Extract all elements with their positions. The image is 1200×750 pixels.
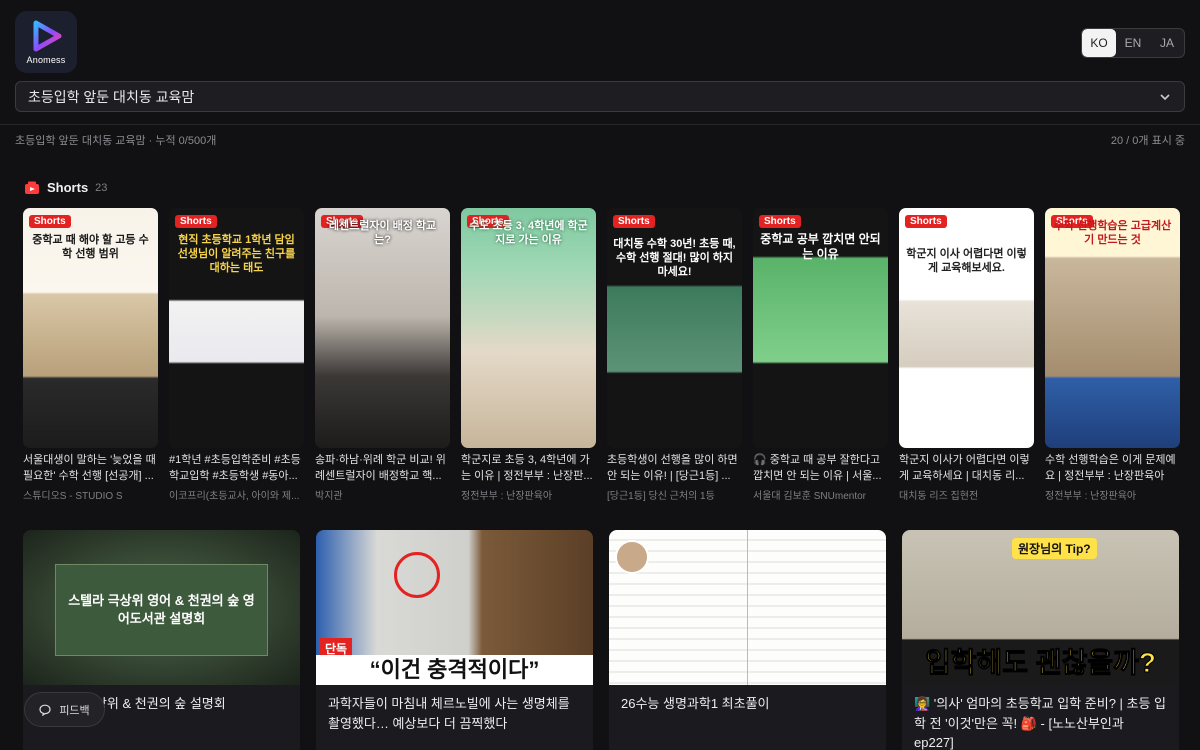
short-thumbnail-caption: 레센트럴자이 배정 학교는? (328, 220, 437, 246)
lang-ja-button[interactable]: JA (1150, 29, 1184, 57)
status-right: 20 / 0개 표시 중 (1110, 135, 1185, 147)
shorts-badge: Shorts (175, 215, 217, 228)
short-thumbnail-caption: 수학 선행학습은 고급계산기 만드는 것 (1053, 220, 1172, 246)
short-thumbnail[interactable]: Shorts 레센트럴자이 배정 학교는? (315, 208, 450, 448)
logo-text: Anomess (26, 55, 66, 65)
channel-select[interactable]: 초등입학 앞둔 대치동 교육맘 (15, 81, 1185, 112)
video-card[interactable]: 26수능 생명과학1 최초풀이 (609, 530, 886, 750)
short-thumbnail[interactable]: Shorts 수학 선행학습은 고급계산기 만드는 것 (1045, 208, 1180, 448)
short-thumbnail-caption: 수도 초등 3, 4학년에 학군지로 가는 이유 (469, 220, 588, 246)
short-channel: 이코프리(초등교사, 아이와 제... (169, 491, 300, 502)
short-title: 초등학생이 선행을 많이 하면 안 되는 이유! | [당근1등] ... (607, 454, 738, 482)
shorts-title: Shorts (47, 180, 89, 195)
divider (0, 124, 1200, 125)
short-title: 🎧 중학교 때 공부 잘한다고 깝치면 안 되는 이유 | 서울... (753, 454, 882, 482)
lang-ko-button[interactable]: KO (1082, 29, 1116, 57)
status-bar: 초등입학 앞둔 대치동 교육맘 · 누적 0/500개 20 / 0개 표시 중 (15, 132, 1185, 148)
video-thumbnail[interactable]: 단독 “이건 충격적이다” (316, 530, 593, 685)
short-card[interactable]: Shorts 중학교 공부 깝치면 안되는 이유 🎧 중학교 때 공부 잘한다고… (753, 208, 888, 502)
language-switcher: KO EN JA (1081, 28, 1185, 58)
short-thumbnail[interactable]: Shorts 중학교 공부 깝치면 안되는 이유 (753, 208, 888, 448)
lang-en-button[interactable]: EN (1116, 29, 1150, 57)
short-thumbnail[interactable]: Shorts 수도 초등 3, 4학년에 학군지로 가는 이유 (461, 208, 596, 448)
short-channel: 서울대 김보훈 SNUmentor (753, 491, 866, 502)
thumbnail-tag: 원장님의 Tip? (1012, 538, 1097, 559)
feedback-button[interactable]: 피드백 (24, 692, 105, 727)
short-card[interactable]: Shorts 대치동 수학 30년! 초등 때, 수학 선행 절대! 많이 하지… (607, 208, 742, 502)
short-channel: 스튜디오S - STUDIO S (23, 491, 123, 502)
short-title: 학군지 이사가 어렵다면 이렇게 교육하세요 | 대치동 리... (899, 454, 1030, 482)
video-card[interactable]: 원장님의 Tip? 입학해도 괜찮을까? 👩‍🏫 '의사' 엄마의 초등학교 입… (902, 530, 1179, 750)
video-thumbnail-caption: “이건 충격적이다” (316, 655, 593, 685)
shorts-badge: Shorts (29, 215, 71, 228)
shorts-badge: Shorts (613, 215, 655, 228)
video-thumbnail-caption: 입학해도 괜찮을까? (925, 647, 1157, 679)
video-thumbnail[interactable] (609, 530, 886, 685)
short-channel: 박지관 (315, 491, 343, 502)
short-card[interactable]: Shorts 현직 초등학교 1학년 담임선생님이 알려주는 친구를 대하는 태… (169, 208, 304, 502)
short-thumbnail-caption: 현직 초등학교 1학년 담임선생님이 알려주는 친구를 대하는 태도 (177, 234, 296, 274)
short-thumbnail[interactable]: Shorts 학군지 이사 어렵다면 이렇게 교육해보세요. (899, 208, 1034, 448)
video-thumbnail-caption: 스텔라 극상위 영어 & 천권의 숲 영어도서관 설명회 (55, 564, 268, 656)
short-thumbnail-caption: 중학교 공부 깝치면 안되는 이유 (760, 232, 881, 261)
header: Anomess KO EN JA (0, 0, 1200, 73)
video-title: 26수능 생명과학1 최초풀이 (621, 696, 770, 711)
page-divider (747, 530, 748, 685)
short-title: #1학년 #초등입학준비 #초등학교입학 #초등학생 #동아... (169, 454, 301, 482)
short-thumbnail-caption: 학군지 이사 어렵다면 이렇게 교육해보세요. (906, 248, 1027, 274)
short-card[interactable]: Shorts 중학교 때 해야 할 고등 수학 선행 범위 서울대생이 말하는 … (23, 208, 158, 502)
short-channel: 정전부부 : 난장판육아 (1045, 491, 1137, 502)
play-logo-icon (33, 20, 62, 52)
short-channel: 대치동 리즈 집현전 (899, 491, 979, 502)
short-title: 수학 선행학습은 이게 문제예요 | 정전부부 : 난장판육아 (1045, 454, 1176, 482)
status-left: 초등입학 앞둔 대치동 교육맘 · 누적 0/500개 (15, 135, 217, 147)
shorts-badge: Shorts (759, 215, 801, 228)
video-list: 스텔라 극상위 영어 & 천권의 숲 영어도서관 설명회 극상위 & 천권의 숲… (23, 530, 1179, 750)
short-title: 학군지로 초등 3, 4학년에 가는 이유 | 정전부부 : 난장판... (461, 454, 593, 482)
short-card[interactable]: Shorts 학군지 이사 어렵다면 이렇게 교육해보세요. 학군지 이사가 어… (899, 208, 1034, 502)
short-thumbnail-caption: 대치동 수학 30년! 초등 때, 수학 선행 절대! 많이 하지 마세요! (613, 238, 736, 278)
shorts-icon (25, 181, 39, 194)
short-card[interactable]: Shorts 수도 초등 3, 4학년에 학군지로 가는 이유 학군지로 초등 … (461, 208, 596, 502)
short-channel: [당근1등] 당신 근처의 1등 (607, 491, 715, 502)
video-card[interactable]: 단독 “이건 충격적이다” 과학자들이 마침내 체르노빌에 사는 생명체를 촬영… (316, 530, 593, 750)
channel-select-value: 초등입학 앞둔 대치동 교육맘 (28, 88, 195, 105)
short-card[interactable]: Shorts 레센트럴자이 배정 학교는? 송파·하남·위례 학군 비교! 위례… (315, 208, 450, 502)
highlight-circle (394, 552, 440, 598)
short-thumbnail[interactable]: Shorts 대치동 수학 30년! 초등 때, 수학 선행 절대! 많이 하지… (607, 208, 742, 448)
short-thumbnail[interactable]: Shorts 중학교 때 해야 할 고등 수학 선행 범위 (23, 208, 158, 448)
short-thumbnail[interactable]: Shorts 현직 초등학교 1학년 담임선생님이 알려주는 친구를 대하는 태… (169, 208, 304, 448)
short-thumbnail-caption: 중학교 때 해야 할 고등 수학 선행 범위 (32, 234, 149, 260)
short-channel: 정전부부 : 난장판육아 (461, 491, 553, 502)
app-logo[interactable]: Anomess (15, 11, 77, 73)
video-thumbnail[interactable]: 스텔라 극상위 영어 & 천권의 숲 영어도서관 설명회 (23, 530, 300, 685)
short-card[interactable]: Shorts 수학 선행학습은 고급계산기 만드는 것 수학 선행학습은 이게 … (1045, 208, 1180, 502)
presenter-avatar (615, 540, 649, 574)
short-title: 송파·하남·위례 학군 비교! 위례센트럴자이 배정학교 핵... (315, 454, 446, 482)
shorts-list: Shorts 중학교 때 해야 할 고등 수학 선행 범위 서울대생이 말하는 … (23, 208, 1180, 502)
video-title: 과학자들이 마침내 체르노빌에 사는 생명체를 촬영했다… 예상보다 더 끔찍했… (328, 696, 570, 731)
chevron-down-icon (1160, 93, 1170, 100)
video-thumbnail[interactable]: 원장님의 Tip? 입학해도 괜찮을까? (902, 530, 1179, 685)
short-title: 서울대생이 말하는 '늦었을 때 필요한' 수학 선행 [선공개] ... (23, 454, 156, 482)
shorts-badge: Shorts (905, 215, 947, 228)
shorts-count: 23 (95, 181, 108, 194)
feedback-label: 피드백 (59, 704, 90, 717)
chat-bubble-icon (39, 704, 51, 716)
shorts-section-header: Shorts 23 (24, 180, 107, 195)
video-title: 👩‍🏫 '의사' 엄마의 초등학교 입학 준비? | 초등 입학 전 '이것'만… (914, 696, 1167, 750)
